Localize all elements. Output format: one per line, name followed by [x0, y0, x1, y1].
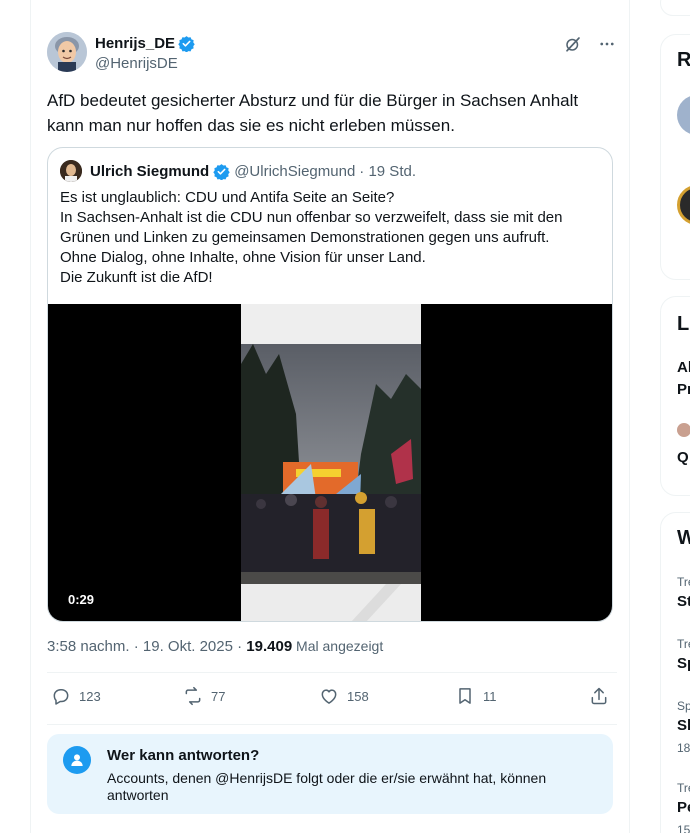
header-actions	[563, 34, 617, 54]
divider	[47, 724, 617, 725]
sidebar-search-stub[interactable]	[660, 0, 690, 16]
trend-count: 15	[677, 823, 690, 833]
recommended-avatar[interactable]	[677, 95, 690, 135]
video-thumbnail	[241, 304, 421, 621]
video-player[interactable]: 0:29	[48, 304, 612, 621]
author-name[interactable]: Henrijs_DE	[95, 35, 195, 53]
user-icon	[63, 746, 91, 774]
share-button[interactable]	[589, 686, 609, 706]
quoted-author-name: Ulrich Siegmund	[90, 162, 210, 180]
author-avatar[interactable]	[47, 32, 87, 72]
like-icon	[321, 689, 337, 704]
repost-icon	[185, 686, 201, 706]
repost-button[interactable]: 77	[183, 686, 225, 706]
bookmark-count: 11	[483, 688, 497, 704]
trend-category: Sp	[677, 699, 690, 713]
sidebar-card-trends: W Tre St Tre Sp Sp Sl 18 Tre Pe 15	[660, 512, 690, 833]
like-button[interactable]: 158	[319, 686, 369, 706]
trend-category: Tre	[677, 637, 690, 651]
action-bar: 123 77 158 11	[47, 686, 617, 712]
live-item-line[interactable]: Al	[677, 359, 690, 376]
repost-count: 77	[211, 688, 226, 704]
main-column: Henrijs_DE @HenrijsDE AfD bedeutet gesic…	[30, 0, 630, 833]
bookmark-button[interactable]: 11	[455, 686, 497, 706]
reply-restriction-notice: Wer kann antworten? Accounts, denen @Hen…	[47, 734, 613, 814]
quoted-text-line: Es ist unglaublich: CDU und Antifa Seite…	[60, 189, 395, 206]
reply-restriction-description: Accounts, denen @HenrijsDE folgt oder di…	[107, 770, 547, 803]
quoted-post-header: Ulrich Siegmund @UlrichSiegmund · 19 Std…	[60, 160, 416, 182]
sidebar-card-live: Li Al Pr Q	[660, 296, 690, 496]
quoted-post-text: Es ist unglaublich: CDU und Antifa Seite…	[60, 188, 600, 288]
quoted-author-avatar	[60, 160, 82, 182]
timestamp-text[interactable]: 3:58 nachm. · 19. Okt. 2025 ·	[47, 638, 246, 655]
more-icon[interactable]	[597, 34, 617, 54]
live-item-line[interactable]: Q	[677, 449, 689, 466]
divider	[47, 672, 617, 673]
live-item-avatar	[677, 423, 690, 437]
recommended-avatar[interactable]	[677, 185, 690, 225]
sidebar-card-heading: R	[677, 49, 690, 71]
trend-name[interactable]: St	[677, 593, 690, 610]
trend-name[interactable]: Sl	[677, 717, 690, 734]
post-text: AfD bedeutet gesicherter Absturz und für…	[47, 91, 579, 135]
quoted-verified-badge-icon	[213, 163, 230, 180]
views-count: 19.409	[246, 638, 293, 655]
like-count: 158	[347, 688, 369, 704]
quoted-post[interactable]: Ulrich Siegmund @UlrichSiegmund · 19 Std…	[47, 147, 613, 622]
sidebar-card-heading: Li	[677, 313, 690, 335]
bookmark-icon	[459, 688, 471, 704]
trend-category: Tre	[677, 781, 690, 795]
quoted-post-time: · 19 Std.	[359, 162, 416, 180]
verified-badge-icon	[178, 35, 195, 53]
quoted-text-line: Ohne Dialog, ohne Inhalte, ohne Vision f…	[60, 249, 426, 266]
live-item-line[interactable]: Pr	[677, 381, 690, 398]
reply-icon	[53, 689, 69, 705]
video-duration: 0:29	[62, 590, 101, 609]
post-header: Henrijs_DE @HenrijsDE	[47, 32, 617, 76]
share-icon	[591, 687, 607, 705]
sidebar-card-heading: W	[677, 527, 690, 549]
post-timestamp: 3:58 nachm. · 19. Okt. 2025 · 19.409 Mal…	[47, 638, 383, 655]
trend-count: 18	[677, 741, 690, 755]
quoted-text-line: Die Zukunft ist die AfD!	[60, 269, 213, 286]
grok-icon[interactable]	[563, 34, 583, 54]
sidebar-card-recommendations: R	[660, 34, 690, 280]
trend-name[interactable]: Pe	[677, 799, 690, 816]
reply-button[interactable]: 123	[51, 686, 101, 706]
reply-count: 123	[79, 688, 101, 704]
quoted-author-handle: @UlrichSiegmund	[234, 162, 356, 180]
author-name-text[interactable]: Henrijs_DE	[95, 35, 175, 52]
views-label: Mal angezeigt	[292, 638, 384, 654]
reply-restriction-title: Wer kann antworten?	[107, 747, 260, 764]
trend-category: Tre	[677, 575, 690, 589]
trend-name[interactable]: Sp	[677, 655, 690, 672]
quoted-text-line: Grünen und Linken zu gemeinsamen Demonst…	[60, 229, 550, 246]
author-handle[interactable]: @HenrijsDE	[95, 55, 178, 72]
quoted-text-line: In Sachsen-Anhalt ist die CDU nun offenb…	[60, 209, 563, 226]
